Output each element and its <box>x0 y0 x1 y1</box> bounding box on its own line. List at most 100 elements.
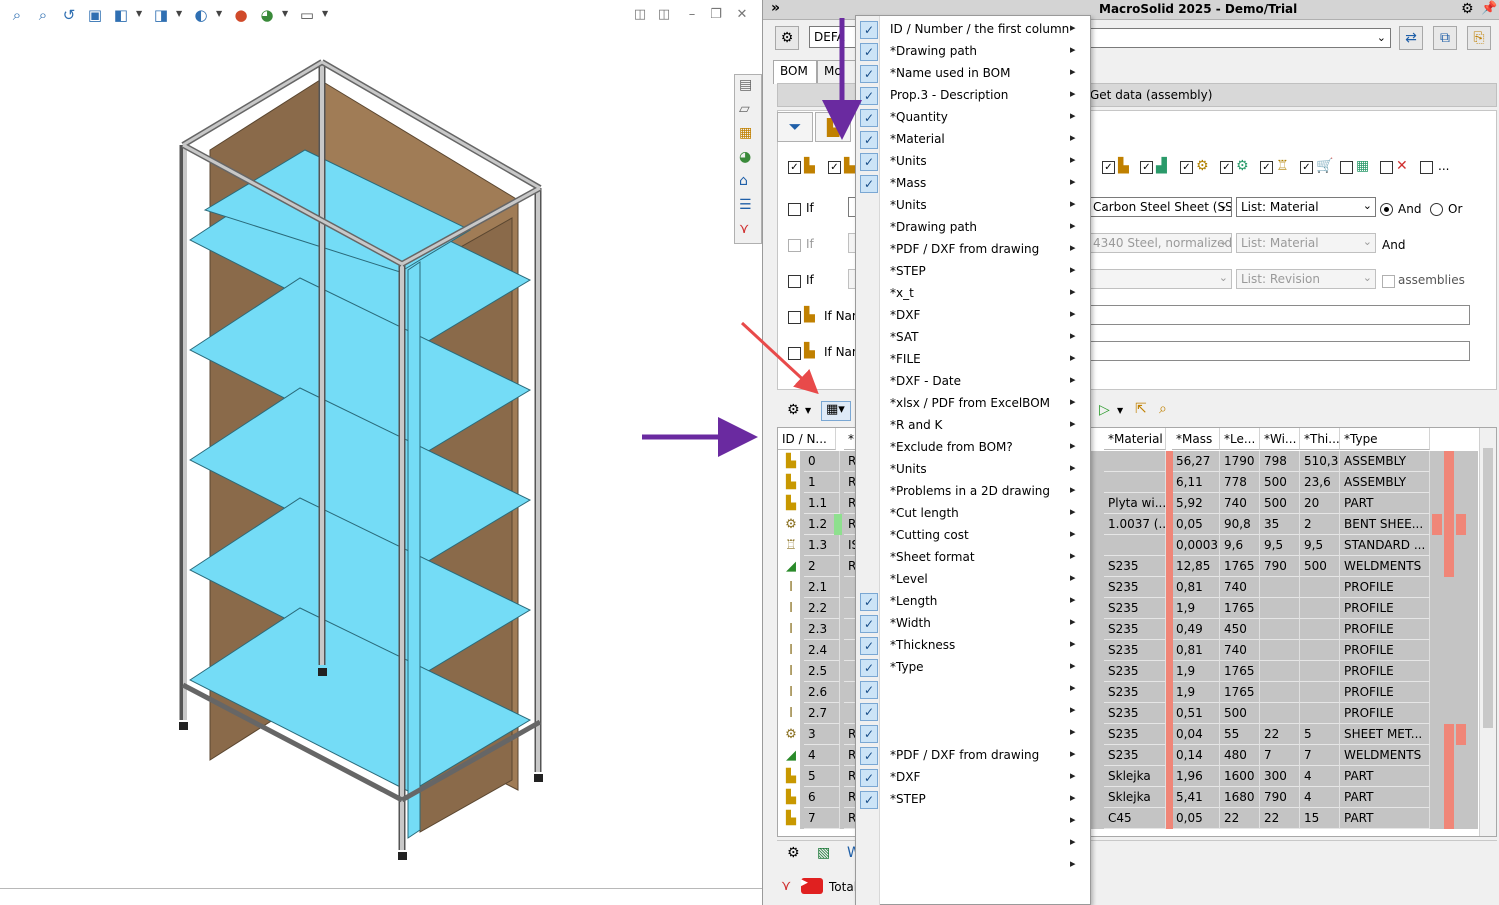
menu-item[interactable]: ▸ <box>856 811 1090 833</box>
gear-icon[interactable]: ⚙ <box>1461 1 1474 17</box>
menu-item[interactable]: ✓ *Quantity ▸ <box>856 107 1090 129</box>
filter-checkbox[interactable] <box>1220 161 1233 174</box>
gear-icon[interactable]: ⚙ <box>787 845 800 861</box>
or-radio[interactable] <box>1430 203 1443 216</box>
if-name-checkbox[interactable] <box>788 347 801 360</box>
menu-item[interactable]: ✓ *Type ▸ <box>856 657 1090 679</box>
profile-select[interactable]: DEFA <box>809 26 859 48</box>
filter-checkbox[interactable] <box>1102 161 1115 174</box>
menu-item[interactable]: *Exclude from BOM? ▸ <box>856 437 1090 459</box>
settings-button[interactable]: ⚙ <box>775 26 799 50</box>
excel-icon[interactable]: ▧ <box>817 845 830 861</box>
menu-item[interactable]: *Drawing path ▸ <box>856 217 1090 239</box>
gear-icon[interactable]: ⚙ <box>787 402 800 418</box>
youtube-icon[interactable]: ▶ <box>801 878 823 894</box>
columns-button[interactable]: ▦▾ <box>821 401 851 421</box>
run-icon[interactable]: ▷ <box>1099 402 1110 418</box>
material-select[interactable]: 4340 Steel, normalized ⌄ <box>1088 233 1232 253</box>
menu-item[interactable]: ✓ *Length ▸ <box>856 591 1090 613</box>
if-checkbox[interactable] <box>788 203 801 216</box>
if-checkbox[interactable] <box>788 275 801 288</box>
resources-icon[interactable]: ▤ <box>739 77 752 93</box>
menu-item[interactable]: *Level ▸ <box>856 569 1090 591</box>
menu-item[interactable]: ✓ *Width ▸ <box>856 613 1090 635</box>
column-header-width[interactable]: *Wi... <box>1260 428 1300 450</box>
filter-checkbox[interactable] <box>1420 161 1433 174</box>
value-select[interactable]: ⌄ <box>1088 269 1232 289</box>
menu-item[interactable]: *DXF - Date ▸ <box>856 371 1090 393</box>
menu-item[interactable]: *SAT ▸ <box>856 327 1090 349</box>
export-button[interactable]: ⎘ <box>1467 26 1491 50</box>
if-name-checkbox[interactable] <box>788 311 801 324</box>
chevron-down-icon[interactable]: ▼ <box>1117 406 1123 415</box>
filter-checkbox[interactable] <box>1300 161 1313 174</box>
menu-item[interactable]: ✓ *DXF ▸ <box>856 767 1090 789</box>
menu-item[interactable]: ✓ ID / Number / the first column ▸ <box>856 19 1090 41</box>
options-tab[interactable]: ▙ <box>815 112 851 142</box>
menu-item[interactable]: ▸ <box>856 855 1090 877</box>
assemblies-checkbox[interactable] <box>1382 275 1395 288</box>
properties-icon[interactable]: ☰ <box>739 197 752 213</box>
menu-item[interactable]: ✓ *Name used in BOM ▸ <box>856 63 1090 85</box>
column-header-type[interactable]: *Type <box>1340 428 1430 450</box>
open-external-icon[interactable]: ⇱ <box>1135 401 1147 417</box>
menu-item[interactable]: *Units ▸ <box>856 459 1090 481</box>
menu-item[interactable]: *xlsx / PDF from ExcelBOM ▸ <box>856 393 1090 415</box>
copy-button[interactable]: ⧉ <box>1433 26 1457 50</box>
search-icon[interactable]: ⌕ <box>1159 401 1167 417</box>
macrosolid-icon[interactable]: ⋎ <box>781 878 791 894</box>
tab-moj[interactable]: Moj <box>817 60 857 84</box>
menu-item[interactable]: ✓ ▸ <box>856 679 1090 701</box>
menu-item[interactable]: *Sheet format ▸ <box>856 547 1090 569</box>
menu-item[interactable]: ✓ *PDF / DXF from drawing ▸ <box>856 745 1090 767</box>
column-header-id[interactable]: ID / N... <box>778 428 836 450</box>
folder-icon[interactable]: ▱ <box>739 101 750 117</box>
grid-scrollbar[interactable] <box>1479 428 1496 836</box>
configuration-select[interactable]: ⌄ <box>1089 28 1391 48</box>
name-filter-input[interactable] <box>1088 305 1470 325</box>
menu-item[interactable]: ▸ <box>856 833 1090 855</box>
filter-checkbox[interactable] <box>1180 161 1193 174</box>
expand-icon[interactable]: » <box>771 0 780 16</box>
column-header-material[interactable]: *Material <box>1104 428 1166 450</box>
menu-item[interactable]: ✓ ▸ <box>856 723 1090 745</box>
menu-item[interactable]: *x_t ▸ <box>856 283 1090 305</box>
list-revision-select[interactable]: List: Revision ⌄ <box>1236 269 1376 289</box>
tab-bom[interactable]: BOM <box>773 60 817 84</box>
menu-item[interactable]: *Cut length ▸ <box>856 503 1090 525</box>
material-select[interactable]: Carbon Steel Sheet (SS) ⌄ <box>1088 197 1232 217</box>
menu-item[interactable]: ✓ Prop.3 - Description ▸ <box>856 85 1090 107</box>
chevron-down-icon[interactable]: ▼ <box>805 406 811 415</box>
column-header-length[interactable]: *Le... <box>1220 428 1260 450</box>
palette-icon[interactable]: ▦ <box>739 125 752 141</box>
menu-item[interactable]: ✓ *Material ▸ <box>856 129 1090 151</box>
appearances-icon[interactable]: ◕ <box>739 149 751 165</box>
filter-checkbox[interactable] <box>1140 161 1153 174</box>
menu-item[interactable]: ✓ *Units ▸ <box>856 151 1090 173</box>
menu-item[interactable]: ✓ ▸ <box>856 701 1090 723</box>
pin-icon[interactable]: 📌 <box>1481 1 1497 16</box>
list-material-select[interactable]: List: Material ⌄ <box>1236 233 1376 253</box>
if-checkbox[interactable] <box>788 239 801 252</box>
menu-item[interactable]: ✓ *Mass ▸ <box>856 173 1090 195</box>
menu-item[interactable]: *Cutting cost ▸ <box>856 525 1090 547</box>
macrosolid-icon[interactable]: ⋎ <box>739 221 749 237</box>
menu-item[interactable]: ✓ *Thickness ▸ <box>856 635 1090 657</box>
menu-item[interactable]: *R and K ▸ <box>856 415 1090 437</box>
list-material-select[interactable]: List: Material ⌄ <box>1236 197 1376 217</box>
filter-checkbox[interactable] <box>1260 161 1273 174</box>
and-radio[interactable] <box>1380 203 1393 216</box>
filter-checkbox[interactable] <box>788 161 801 174</box>
home-icon[interactable]: ⌂ <box>739 173 748 189</box>
column-header-thickness[interactable]: *Thi... <box>1300 428 1340 450</box>
scrollbar-thumb[interactable] <box>1483 448 1493 728</box>
model-viewport[interactable]: ⌕ ⌕ ↺ ▣ ◧ ▼ ◨ ▼ ◐ ▼ ● ◕ ▼ ▭ ▼ ◫ ◫ – ❐ ✕ … <box>0 0 762 905</box>
menu-item[interactable]: *PDF / DXF from drawing ▸ <box>856 239 1090 261</box>
refresh-button[interactable]: ⇄ <box>1399 26 1423 50</box>
name-filter-input[interactable] <box>1088 341 1470 361</box>
menu-item[interactable]: ✓ *STEP ▸ <box>856 789 1090 811</box>
filter-checkbox[interactable] <box>1340 161 1353 174</box>
column-header-mass[interactable]: *Mass <box>1172 428 1220 450</box>
menu-item[interactable]: *Problems in a 2D drawing ▸ <box>856 481 1090 503</box>
filter-checkbox[interactable] <box>828 161 841 174</box>
